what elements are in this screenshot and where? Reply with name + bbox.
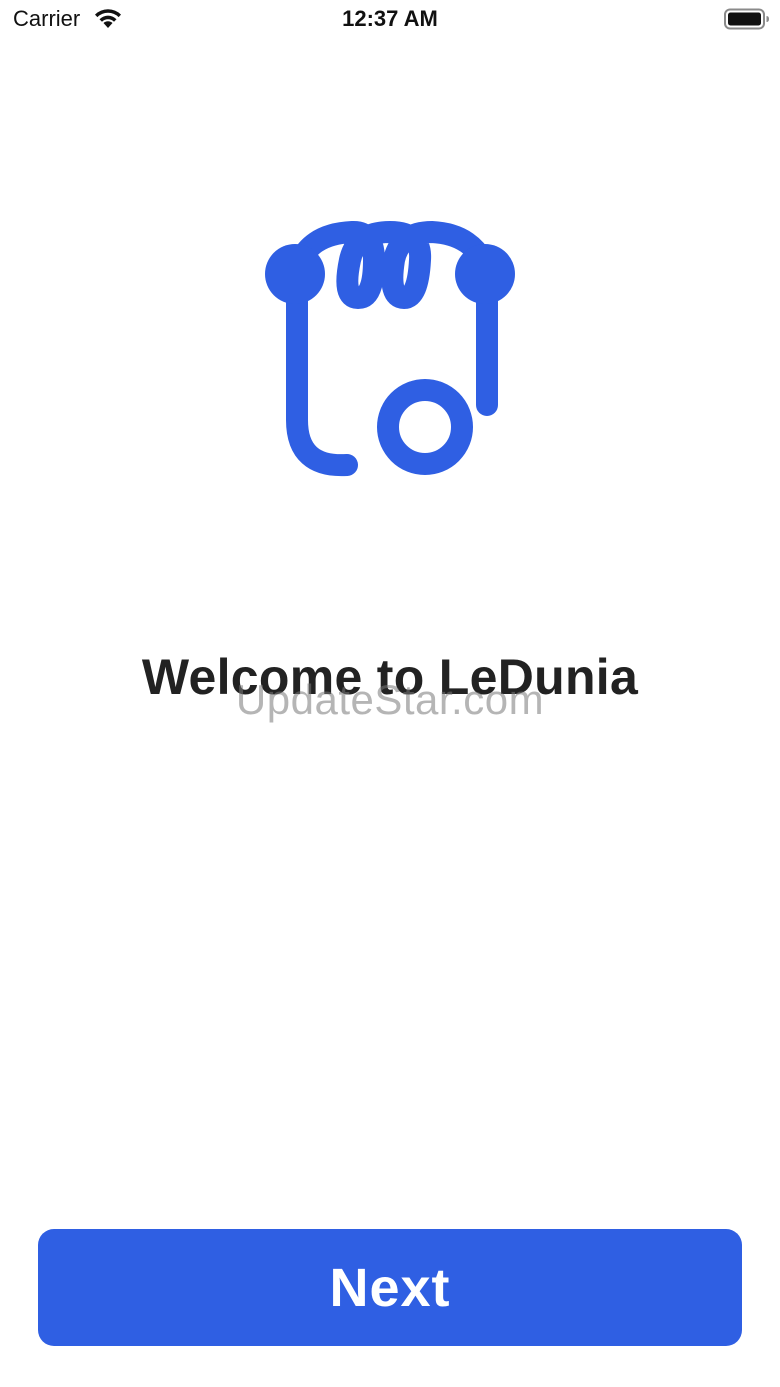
watermark-text: UpdateStar.com [235, 676, 545, 723]
ledunia-logo-icon [265, 221, 515, 477]
next-button[interactable]: Next [38, 1229, 742, 1346]
status-time: 12:37 AM [342, 6, 438, 31]
status-bar: Carrier 12:37 AM [0, 0, 780, 40]
battery-icon [724, 8, 769, 30]
